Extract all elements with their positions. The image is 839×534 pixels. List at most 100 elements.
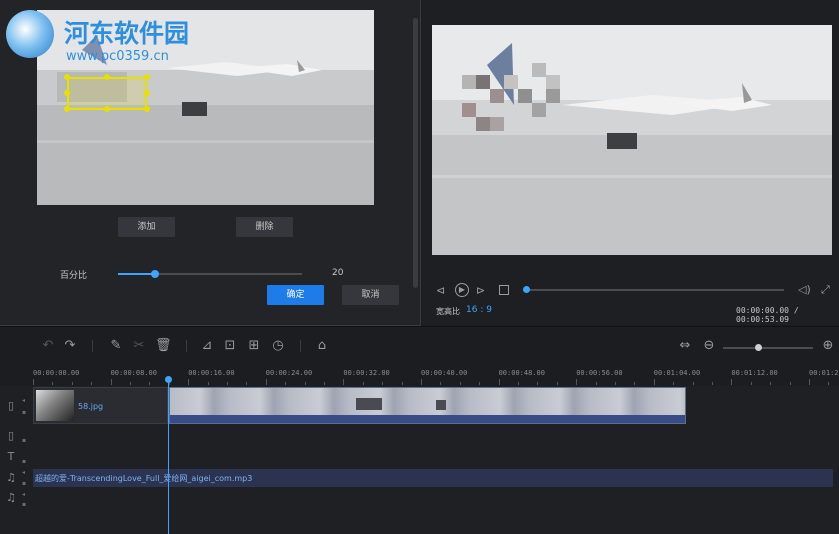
progress-knob[interactable] <box>523 286 530 293</box>
panel-scrollbar[interactable] <box>413 18 418 288</box>
lock-icon[interactable]: ▪ <box>22 481 28 487</box>
stop-icon[interactable] <box>499 285 509 295</box>
ruler-tick <box>207 382 209 385</box>
undo-icon[interactable]: ↶ <box>40 338 56 354</box>
ruler-tick <box>518 382 519 385</box>
prev-frame-icon[interactable]: ⊲ <box>436 284 445 297</box>
ruler-tick <box>459 382 461 385</box>
resize-handle[interactable] <box>104 106 110 112</box>
delete-mosaic-button[interactable]: 删除 <box>236 217 293 237</box>
ruler-tick <box>770 382 772 385</box>
ruler-tick <box>556 382 558 385</box>
fullscreen-icon[interactable]: ⤢ <box>821 283 830 297</box>
image-clip-name: 58.jpg <box>78 402 104 411</box>
lock-icon[interactable]: ▪ <box>22 459 28 465</box>
ruler-tick <box>673 382 675 385</box>
freeze-icon[interactable]: ⊡ <box>222 338 238 354</box>
ruler-tick-label: 00:00:16.00 <box>188 369 235 377</box>
resize-handle[interactable] <box>64 106 70 112</box>
lock-icon[interactable]: ▪ <box>22 410 28 416</box>
ruler-tick <box>576 379 578 385</box>
text-track-row <box>0 446 839 468</box>
pen-icon[interactable]: ✎ <box>108 338 124 354</box>
zoom-out-icon[interactable]: ⊖ <box>701 338 717 354</box>
fit-icon[interactable]: ⇔ <box>677 338 693 354</box>
play-icon[interactable]: ▶ <box>455 283 469 297</box>
ruler-tick <box>634 382 636 385</box>
toolbar-divider <box>186 340 187 352</box>
aspect-value[interactable]: 16 : 9 <box>466 305 492 315</box>
text-track-icon: T <box>7 450 15 463</box>
percent-slider-track[interactable] <box>118 273 302 275</box>
ruler-tick <box>712 382 713 385</box>
zoom-in-icon[interactable]: ⊕ <box>820 338 836 354</box>
image-clip[interactable]: 58.jpg <box>33 387 168 424</box>
overlay-track-row <box>0 426 839 447</box>
speaker-icon[interactable]: ◂ <box>22 398 28 404</box>
speaker-icon[interactable]: ◂ <box>22 470 28 476</box>
ruler-tick-label: 00:00:40.00 <box>421 369 468 377</box>
ruler-tick <box>615 382 616 385</box>
image-clip-thumbnail <box>36 390 74 421</box>
ruler-tick <box>362 382 364 385</box>
speaker-icon[interactable]: ◂ <box>22 492 28 498</box>
redo-icon[interactable]: ↷ <box>62 338 78 354</box>
resize-handle[interactable] <box>144 106 150 112</box>
ruler-tick <box>382 382 384 385</box>
scissors-icon[interactable]: ✂ <box>131 338 147 354</box>
ruler-tick <box>227 382 228 385</box>
ruler-tick <box>110 379 112 385</box>
ruler-tick <box>343 379 345 385</box>
zoom-slider-knob[interactable] <box>754 344 762 351</box>
ruler-tick-label: 00:00:00.00 <box>33 369 80 377</box>
clock-icon[interactable]: ◷ <box>270 338 286 354</box>
color-icon[interactable]: ⌂ <box>314 338 330 354</box>
mosaic-icon[interactable]: ⊞ <box>246 338 262 354</box>
player-video[interactable] <box>432 25 832 255</box>
ruler-tick <box>828 382 830 385</box>
toolbar-divider <box>92 340 93 352</box>
ruler-tick-label: 00:00:48.00 <box>498 369 545 377</box>
playhead-handle[interactable] <box>165 376 172 383</box>
ruler-tick-label: 00:00:24.00 <box>265 369 313 377</box>
next-frame-icon[interactable]: ⊳ <box>476 284 485 297</box>
ruler-tick <box>479 382 481 385</box>
progress-track[interactable] <box>524 289 784 291</box>
resize-handle[interactable] <box>64 90 70 96</box>
time-separator: / <box>793 306 799 315</box>
resize-handle[interactable] <box>104 74 110 80</box>
lock-icon[interactable]: ▪ <box>22 438 28 444</box>
volume-icon[interactable]: ◁) <box>798 283 811 296</box>
audio-clip[interactable]: 超越的爱-TranscendingLove_Full_爱给网_aigei_com… <box>33 469 833 487</box>
video-clip[interactable] <box>169 387 686 424</box>
ruler-tick <box>421 379 422 385</box>
percent-label: 百分比 <box>60 271 88 281</box>
time-current: 00:00:00.00 <box>736 306 789 315</box>
ruler-tick-label: 00:00:32.00 <box>343 369 390 377</box>
ruler-tick-label: 00:01:12.00 <box>731 369 778 377</box>
zoom-slider-track[interactable] <box>723 347 813 349</box>
crop-icon[interactable]: ⊿ <box>199 338 215 354</box>
resize-handle[interactable] <box>144 74 150 80</box>
resize-handle[interactable] <box>64 74 70 80</box>
ok-button[interactable]: 确定 <box>267 285 324 305</box>
time-total: 00:00:53.09 <box>736 315 789 324</box>
ruler-tick <box>188 379 190 385</box>
percent-slider-knob[interactable] <box>150 270 159 278</box>
ruler-tick <box>324 382 325 385</box>
ruler-tick <box>149 382 151 385</box>
resize-handle[interactable] <box>144 90 150 96</box>
add-mosaic-button[interactable]: 添加 <box>118 217 175 237</box>
toolbar-divider <box>300 340 301 352</box>
ruler-tick <box>285 382 287 385</box>
ruler-tick <box>401 382 403 385</box>
ruler-tick <box>440 382 442 385</box>
ruler-tick <box>731 379 733 385</box>
lock-icon[interactable]: ▪ <box>22 502 28 508</box>
playhead[interactable] <box>168 377 169 534</box>
player-frame-image <box>432 25 832 255</box>
ruler-tick <box>537 382 539 385</box>
cancel-button[interactable]: 取消 <box>342 285 399 305</box>
ruler-tick <box>33 379 34 385</box>
trash-icon[interactable]: 🗑 <box>155 338 172 354</box>
